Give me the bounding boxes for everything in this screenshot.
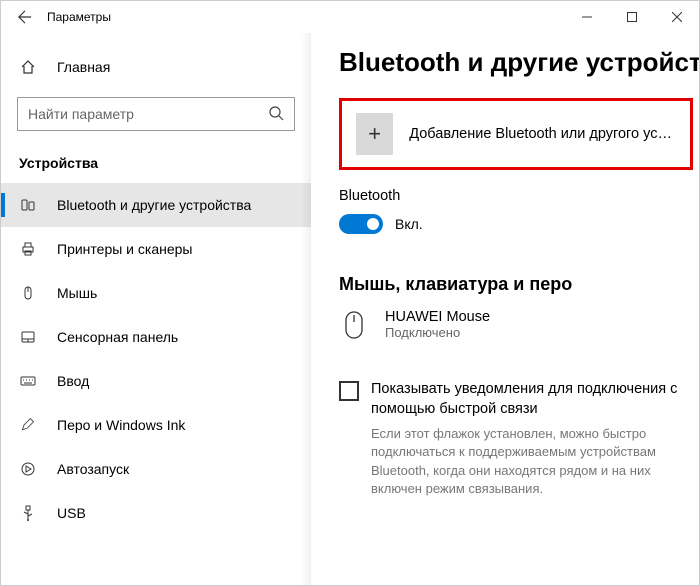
back-arrow-icon — [18, 10, 32, 24]
toggle-state-label: Вкл. — [395, 216, 423, 232]
toggle-knob — [367, 218, 379, 230]
nav-item-typing[interactable]: Ввод — [1, 359, 311, 403]
printer-icon — [19, 241, 37, 257]
sidebar-section-header: Устройства — [1, 143, 311, 183]
touchpad-icon — [19, 329, 37, 345]
home-icon — [19, 59, 37, 75]
add-device-button[interactable]: + Добавление Bluetooth или другого устро… — [339, 98, 693, 170]
nav-label: Принтеры и сканеры — [57, 241, 192, 257]
sidebar: Главная Найти параметр Устройства Blueto… — [1, 33, 311, 585]
bluetooth-devices-icon — [19, 197, 37, 213]
plus-icon: + — [356, 113, 393, 155]
nav-label: Bluetooth и другие устройства — [57, 197, 251, 213]
device-mouse-icon — [339, 310, 369, 340]
nav-item-touchpad[interactable]: Сенсорная панель — [1, 315, 311, 359]
titlebar: Параметры — [1, 1, 699, 33]
search-input[interactable]: Найти параметр — [17, 97, 295, 131]
close-icon — [672, 12, 682, 22]
mouse-icon — [19, 285, 37, 301]
search-icon — [268, 105, 284, 124]
maximize-icon — [627, 12, 637, 22]
add-device-label: Добавление Bluetooth или другого устройс… — [409, 126, 676, 142]
pen-icon — [19, 417, 37, 433]
keyboard-icon — [19, 373, 37, 389]
maximize-button[interactable] — [609, 1, 654, 33]
window-title: Параметры — [47, 10, 111, 24]
bluetooth-heading: Bluetooth — [339, 188, 693, 204]
page-title: Bluetooth и другие устройства — [339, 47, 693, 78]
search-placeholder: Найти параметр — [28, 106, 134, 122]
nav-label: Мышь — [57, 285, 97, 301]
swift-pair-helper: Если этот флажок установлен, можно быстр… — [371, 425, 693, 498]
nav-item-pen[interactable]: Перо и Windows Ink — [1, 403, 311, 447]
bluetooth-toggle[interactable] — [339, 214, 383, 234]
nav-label: Перо и Windows Ink — [57, 417, 185, 433]
nav-label: Автозапуск — [57, 461, 129, 477]
nav-label: Сенсорная панель — [57, 329, 178, 345]
autoplay-icon — [19, 461, 37, 477]
minimize-button[interactable] — [564, 1, 609, 33]
home-nav-item[interactable]: Главная — [1, 45, 311, 89]
usb-icon — [19, 505, 37, 521]
back-button[interactable] — [9, 1, 41, 33]
nav-item-printers[interactable]: Принтеры и сканеры — [1, 227, 311, 271]
nav-item-bluetooth[interactable]: Bluetooth и другие устройства — [1, 183, 311, 227]
swift-pair-label: Показывать уведомления для подключения с… — [371, 380, 693, 419]
nav-item-autoplay[interactable]: Автозапуск — [1, 447, 311, 491]
minimize-icon — [582, 12, 592, 22]
close-button[interactable] — [654, 1, 699, 33]
nav-item-mouse[interactable]: Мышь — [1, 271, 311, 315]
content-area: Bluetooth и другие устройства + Добавлен… — [311, 33, 699, 585]
nav-item-usb[interactable]: USB — [1, 491, 311, 535]
nav-label: Ввод — [57, 373, 89, 389]
swift-pair-checkbox[interactable] — [339, 381, 359, 401]
section-mouse-keyboard: Мышь, клавиатура и перо — [339, 274, 693, 295]
device-status: Подключено — [385, 325, 490, 340]
nav-label: USB — [57, 505, 86, 521]
active-accent — [1, 193, 5, 217]
home-label: Главная — [57, 59, 110, 75]
device-row[interactable]: HUAWEI Mouse Подключено — [339, 309, 693, 340]
device-name: HUAWEI Mouse — [385, 309, 490, 325]
